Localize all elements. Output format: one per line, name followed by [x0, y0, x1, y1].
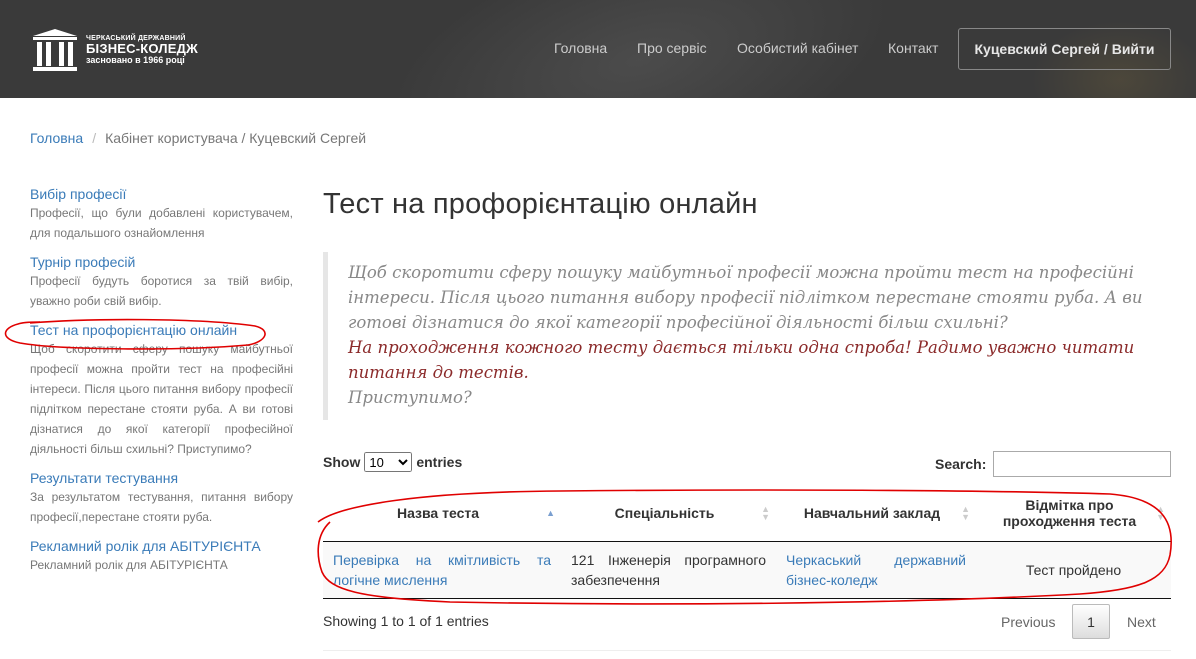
sidebar: Вибір професії Професії, що були добавле… — [30, 185, 293, 585]
sidebar-item-career-test: Тест на профорієнтацію онлайн Щоб скорот… — [30, 321, 293, 459]
sidebar-item-profession-tournament: Турнір професій Професії будуть боротися… — [30, 253, 293, 311]
sort-icon: ▲ ▼ — [961, 503, 970, 522]
logo-line-2: БІЗНЕС-КОЛЕДЖ — [86, 41, 199, 57]
nav-home[interactable]: Головна — [554, 40, 607, 56]
sidebar-item-desc: Професії, що були добавлені користувачем… — [30, 206, 293, 240]
sidebar-item-desc: За результатом тестування, питання вибор… — [30, 490, 293, 524]
column-header-label: Навчальний заклад — [803, 504, 941, 521]
column-header-label: Відмітка про проходження теста — [1002, 496, 1137, 529]
search-input[interactable] — [993, 451, 1171, 477]
page-size-control: Show 10 entries — [323, 452, 462, 472]
pagination-next[interactable]: Next — [1127, 614, 1156, 630]
page-size-select[interactable]: 10 — [364, 452, 413, 472]
entries-label: entries — [416, 454, 463, 470]
search-label: Search: — [935, 456, 987, 472]
breadcrumb: Головна / Кабінет користувача / Куцевский … — [30, 130, 366, 146]
sort-icon: ▲ ▼ — [1156, 503, 1165, 522]
nav-cabinet[interactable]: Особистий кабінет — [737, 40, 858, 56]
sidebar-item-test-results: Результати тестування За результатом тес… — [30, 469, 293, 527]
sidebar-item-profession-choice: Вибір професії Професії, що були добавле… — [30, 185, 293, 243]
quote-outro: Приступимо? — [348, 388, 472, 407]
cell-institution-link[interactable]: Черкаський державний бізнес-коледж — [776, 541, 976, 599]
tests-table: Назва теста ▲ Спеціальність ▲ ▼ Навчальний … — [323, 485, 1171, 599]
logo-line-3: засновано в 1966 році — [86, 54, 185, 65]
table-row: Перевірка на кмітливість та логічне мисл… — [323, 541, 1171, 599]
breadcrumb-home[interactable]: Головна — [30, 130, 83, 146]
nav-about[interactable]: Про сервіс — [637, 40, 707, 56]
sidebar-item-title[interactable]: Вибір професії — [30, 185, 293, 203]
sidebar-item-title[interactable]: Турнір професій — [30, 253, 293, 271]
column-header-label: Назва теста — [396, 504, 479, 521]
building-logo-icon — [30, 27, 80, 73]
sidebar-item-desc: Рекламний ролік для АБІТУРІЄНТА — [30, 558, 228, 572]
sort-ascending-icon: ▲ — [546, 507, 555, 518]
sidebar-item-desc: Щоб скоротити сферу пошуку майбутньої пр… — [30, 342, 293, 456]
sidebar-item-title[interactable]: Рекламний ролік для АБІТУРІЄНТА — [30, 537, 293, 555]
cell-specialty: 121 Інженерія програмного забезпечення — [561, 541, 776, 599]
sidebar-item-title[interactable]: Результати тестування — [30, 469, 293, 487]
quote-warning: На проходження кожного тесту дається тіл… — [348, 338, 1135, 382]
divider — [323, 650, 1171, 651]
sidebar-item-desc: Професії будуть боротися за твій вибір, … — [30, 274, 293, 308]
column-header-test-name[interactable]: Назва теста ▲ — [323, 485, 561, 542]
quote-intro: Щоб скоротити сферу пошуку майбутньої пр… — [348, 263, 1143, 332]
page-title: Тест на профорієнтацію онлайн — [323, 188, 758, 220]
pagination-page-1[interactable]: 1 — [1072, 604, 1110, 639]
site-header: ЧЕРКАСЬКИЙ ДЕРЖАВНИЙ БІЗНЕС-КОЛЕДЖ засно… — [0, 0, 1196, 98]
college-logo[interactable]: ЧЕРКАСЬКИЙ ДЕРЖАВНИЙ БІЗНЕС-КОЛЕДЖ засно… — [30, 27, 198, 73]
sort-icon: ▲ ▼ — [761, 503, 770, 522]
table-header-row: Назва теста ▲ Спеціальність ▲ ▼ Навчальний … — [323, 485, 1171, 542]
column-header-status[interactable]: Відмітка про проходження теста ▲ ▼ — [976, 485, 1171, 542]
sidebar-item-title[interactable]: Тест на профорієнтацію онлайн — [30, 321, 293, 339]
table-info: Showing 1 to 1 of 1 entries — [323, 613, 489, 629]
cell-status: Тест пройдено — [976, 541, 1171, 599]
cell-test-name-link[interactable]: Перевірка на кмітливість та логічне мисл… — [323, 541, 561, 599]
pagination-previous[interactable]: Previous — [1001, 614, 1055, 630]
show-label: Show — [323, 454, 361, 470]
nav-contact[interactable]: Контакт — [888, 40, 938, 56]
column-header-label: Спеціальність — [614, 504, 715, 521]
column-header-institution[interactable]: Навчальний заклад ▲ ▼ — [776, 485, 976, 542]
breadcrumb-current: Кабінет користувача / Куцевский Сергей — [105, 130, 367, 146]
user-logout-button[interactable]: Куцевский Сергей / Вийти — [958, 28, 1171, 70]
logo-text: ЧЕРКАСЬКИЙ ДЕРЖАВНИЙ БІЗНЕС-КОЛЕДЖ засно… — [86, 35, 198, 65]
sidebar-item-promo-video: Рекламний ролік для АБІТУРІЄНТА Рекламни… — [30, 537, 293, 575]
column-header-specialty[interactable]: Спеціальність ▲ ▼ — [561, 485, 776, 542]
intro-blockquote: Щоб скоротити сферу пошуку майбутньої пр… — [323, 252, 1171, 420]
breadcrumb-separator: / — [92, 130, 97, 146]
